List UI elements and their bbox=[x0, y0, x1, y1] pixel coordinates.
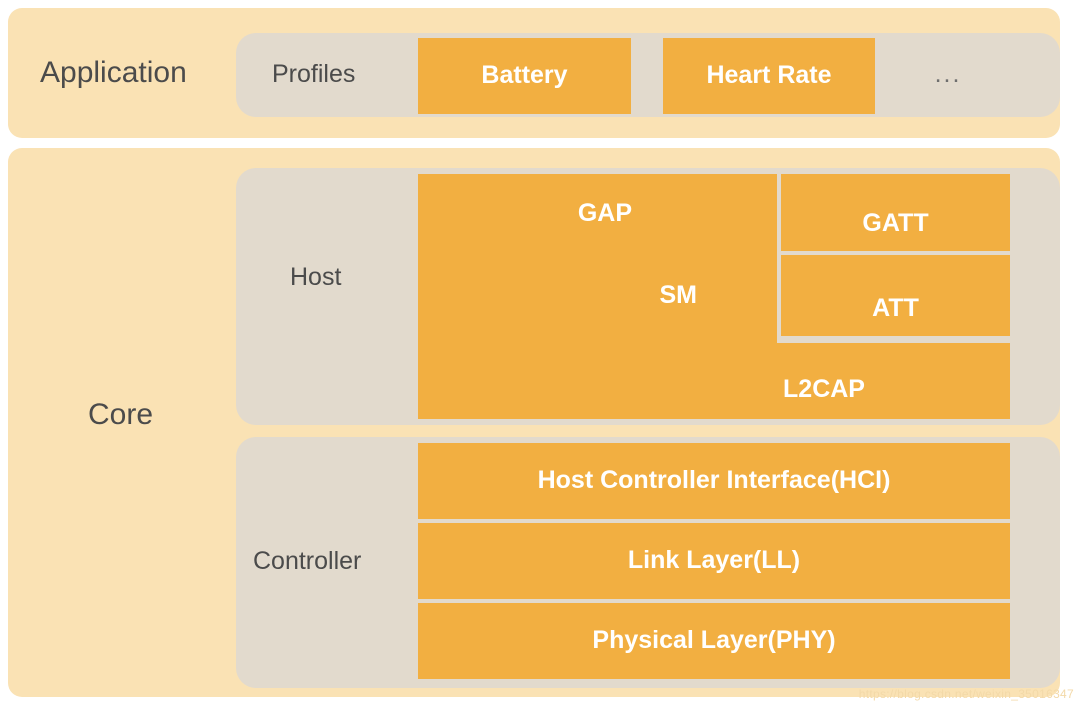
block-battery: Battery bbox=[418, 38, 631, 114]
profiles-more-ellipsis: ... bbox=[934, 60, 962, 88]
block-l2cap: L2CAP bbox=[638, 343, 1010, 419]
controller-group-label: Controller bbox=[253, 547, 362, 575]
core-tier-label: Core bbox=[88, 398, 154, 431]
block-heart-rate: Heart Rate bbox=[663, 38, 875, 114]
diagram-canvas: Application Profiles Battery Heart Rate … bbox=[0, 0, 1080, 705]
block-physical-layer: Physical Layer(PHY) bbox=[418, 603, 1010, 679]
block-link-layer: Link Layer(LL) bbox=[418, 523, 1010, 599]
profiles-group-label: Profiles bbox=[272, 60, 356, 88]
block-att: ATT bbox=[781, 255, 1010, 336]
block-host-controller-interface: Host Controller Interface(HCI) bbox=[418, 443, 1010, 519]
host-group-label: Host bbox=[290, 263, 342, 291]
application-tier-label: Application bbox=[40, 56, 187, 89]
block-gatt: GATT bbox=[781, 174, 1010, 251]
